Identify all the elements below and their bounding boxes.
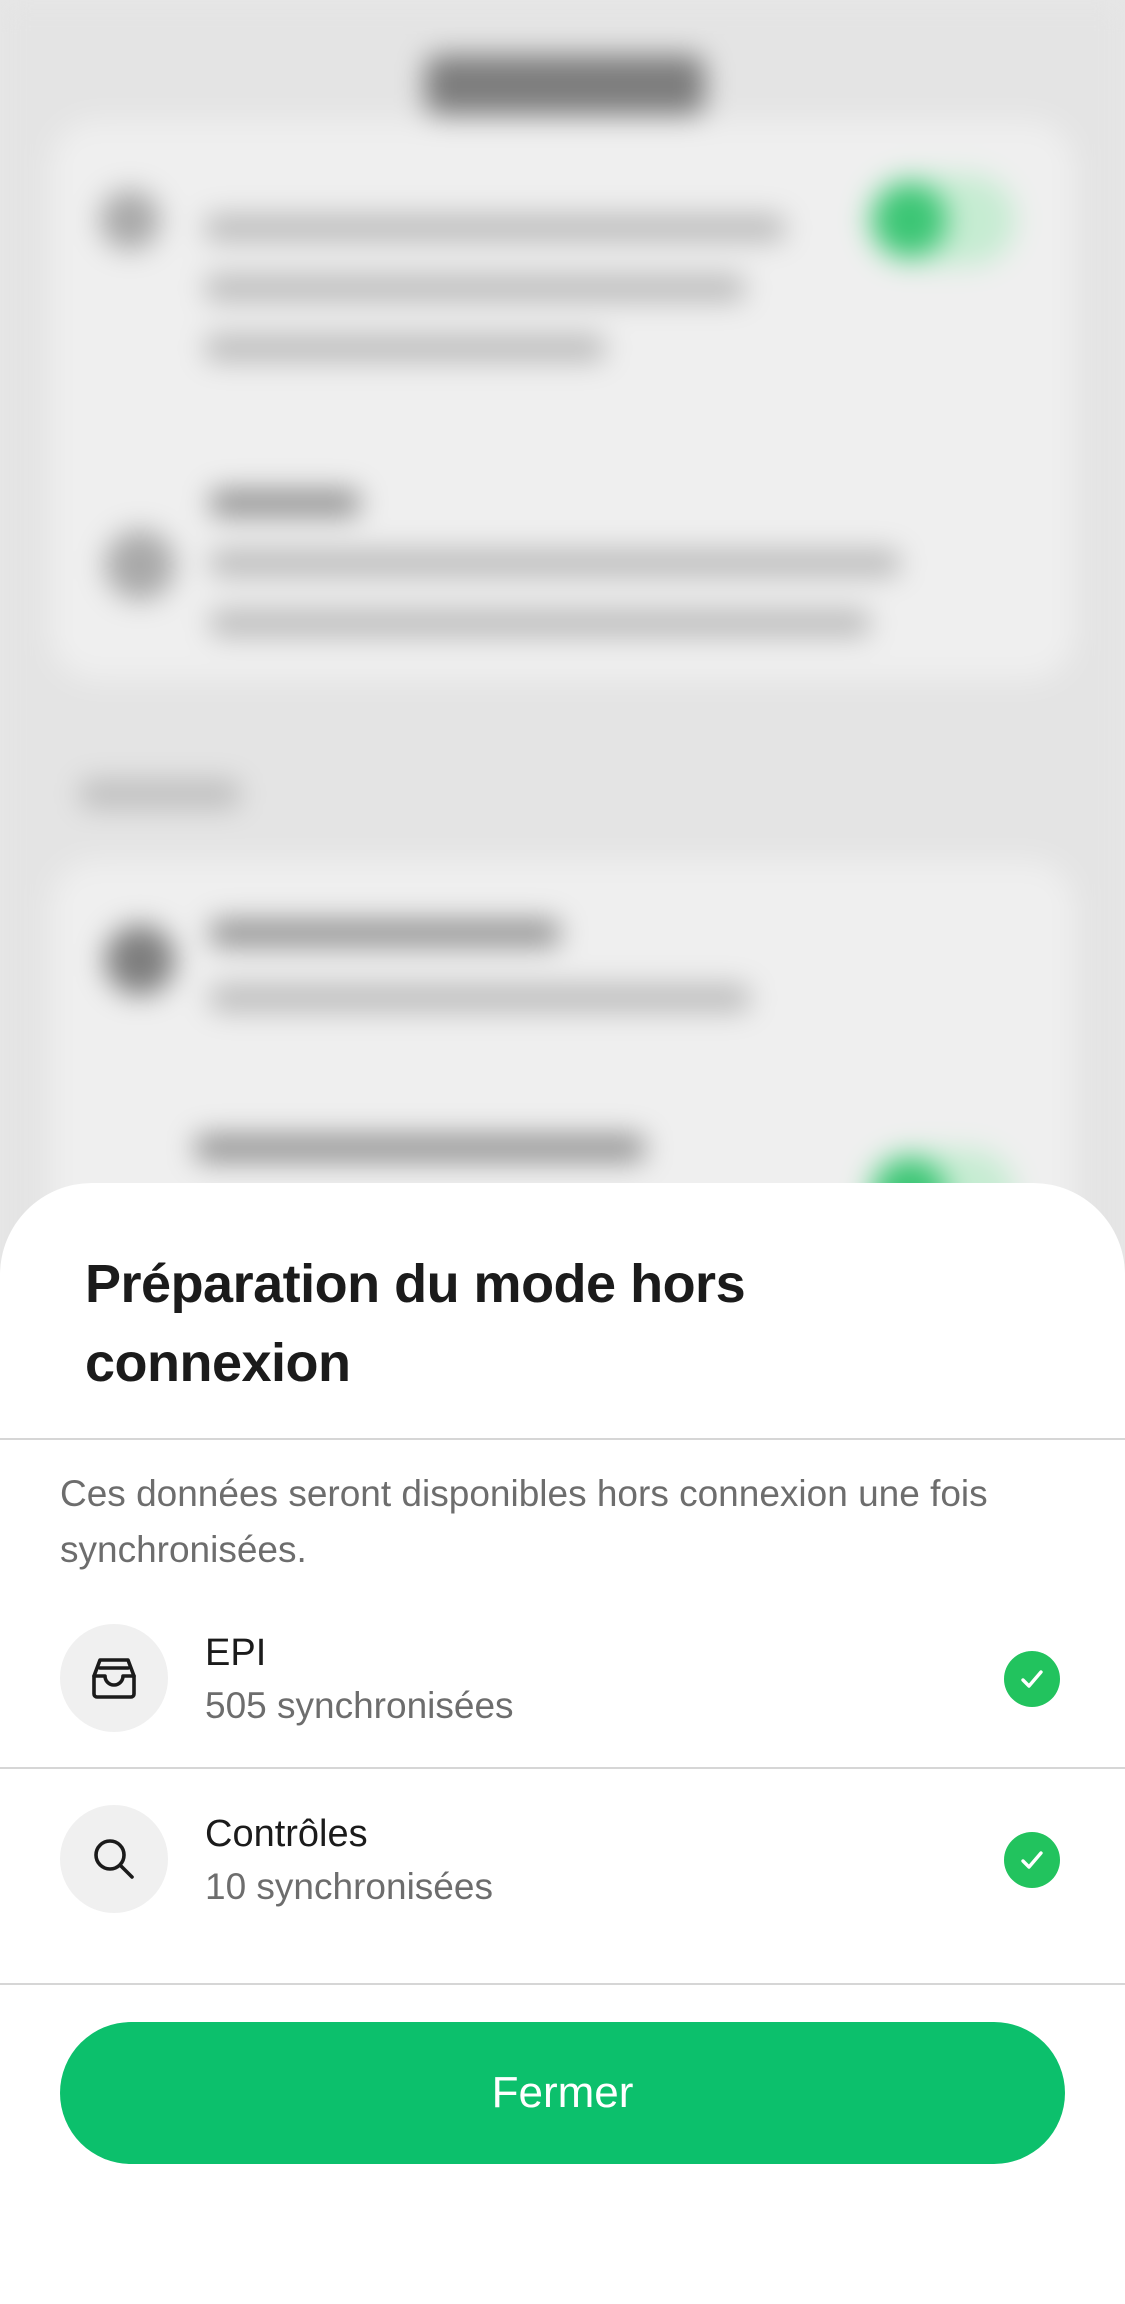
background-toggle [865, 175, 1015, 265]
sync-item-controles: Contrôles 10 synchronisées [0, 1785, 1125, 1935]
background-icon [100, 190, 160, 250]
sync-item-label: Contrôles [205, 1813, 368, 1855]
sync-item-status: 505 synchronisées [205, 1685, 514, 1726]
check-circle-icon [1004, 1832, 1060, 1888]
divider [0, 1438, 1125, 1440]
sheet-title: Préparation du mode hors connexion [85, 1254, 746, 1393]
sheet-description: Ces données seront disponibles hors conn… [60, 1473, 988, 1570]
sync-item-epi: EPI 505 synchronisées [0, 1604, 1125, 1754]
divider [0, 1983, 1125, 1985]
background-title-placeholder [425, 55, 705, 115]
background-icon [105, 925, 175, 995]
screen: Préparation du mode hors connexion Ces d… [0, 0, 1125, 2304]
inbox-tray-icon [60, 1624, 168, 1732]
check-circle-icon [1004, 1651, 1060, 1707]
sync-item-status: 10 synchronisées [205, 1866, 493, 1907]
background-section-header [80, 780, 240, 808]
background-icon [105, 530, 175, 600]
search-icon [60, 1805, 168, 1913]
close-button[interactable]: Fermer [60, 2022, 1065, 2164]
sync-item-label: EPI [205, 1632, 267, 1674]
divider [0, 1767, 1125, 1769]
